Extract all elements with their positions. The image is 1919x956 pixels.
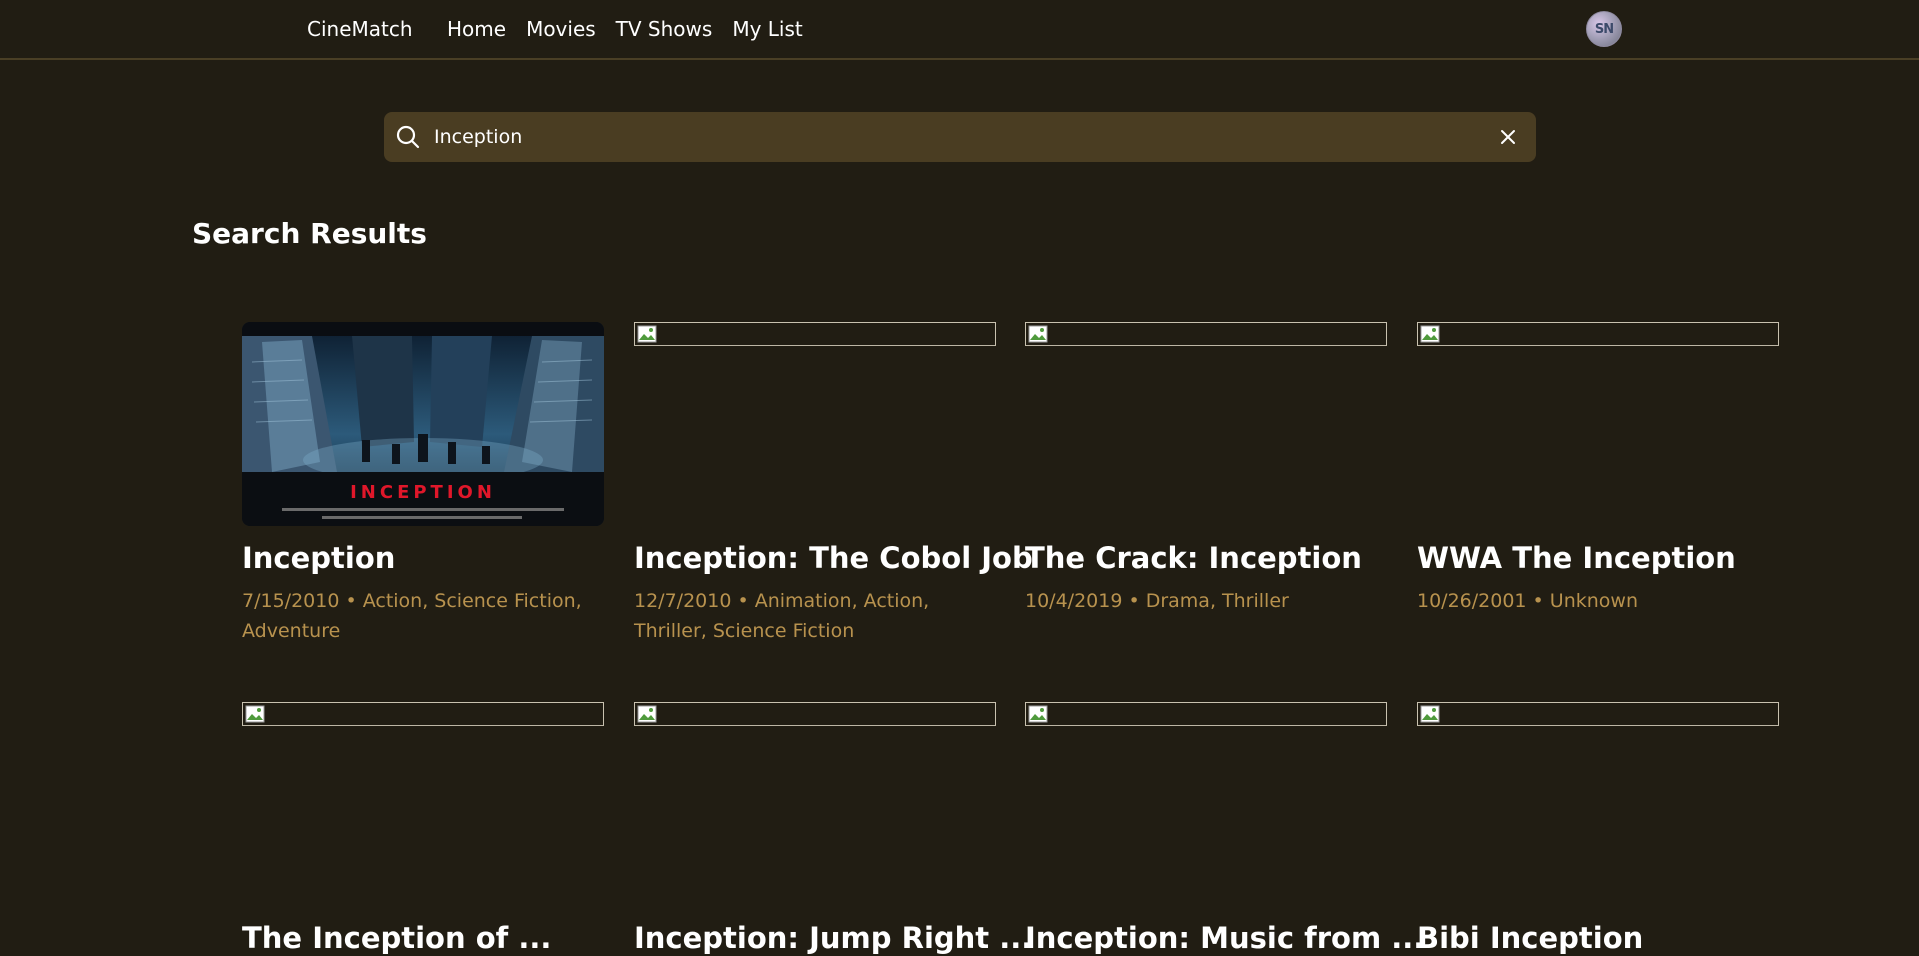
movie-title[interactable]: WWA The Inception — [1417, 540, 1779, 576]
broken-image-icon — [1028, 325, 1048, 343]
result-card[interactable]: The Crack: Inception 10/4/2019 • Drama, … — [1025, 322, 1387, 616]
main-nav: Home Movies TV Shows My List — [447, 16, 823, 42]
broken-poster-image[interactable] — [1417, 702, 1779, 726]
nav-link-my-list[interactable]: My List — [732, 16, 802, 42]
movie-title[interactable]: Bibi Inception — [1417, 920, 1779, 956]
broken-image-icon — [637, 325, 657, 343]
result-card[interactable]: Inception: Jump Right ... — [634, 702, 1032, 956]
broken-image-icon — [637, 705, 657, 723]
result-card[interactable]: Inception: The Cobol Job 12/7/2010 • Ani… — [634, 322, 1033, 646]
clear-search-icon[interactable] — [1496, 125, 1520, 149]
movie-meta: 10/26/2001 • Unknown — [1417, 590, 1638, 612]
movie-title[interactable]: Inception: The Cobol Job — [634, 540, 1033, 576]
result-card[interactable]: INCEPTION Inception 7/15/2010 • Action, … — [242, 322, 604, 646]
movie-poster[interactable]: INCEPTION — [242, 322, 604, 526]
broken-poster-image[interactable] — [634, 322, 996, 346]
broken-image-icon — [1028, 705, 1048, 723]
result-card[interactable]: Inception: Music from ... — [1025, 702, 1424, 956]
broken-poster-image[interactable] — [634, 702, 996, 726]
user-avatar[interactable]: SN — [1586, 11, 1622, 47]
broken-image-icon — [1420, 705, 1440, 723]
movie-meta: 7/15/2010 • Action, Science Fiction, Adv… — [242, 590, 582, 642]
movie-title[interactable]: Inception: Jump Right ... — [634, 920, 1032, 956]
search-bar — [384, 112, 1536, 162]
inception-poster-image: INCEPTION — [242, 322, 604, 526]
movie-title[interactable]: The Inception of ... — [242, 920, 604, 956]
broken-poster-image[interactable] — [1417, 322, 1779, 346]
result-card[interactable]: Bibi Inception — [1417, 702, 1779, 956]
broken-image-icon — [245, 705, 265, 723]
nav-link-home[interactable]: Home — [447, 16, 506, 42]
movie-meta: 10/4/2019 • Drama, Thriller — [1025, 590, 1289, 612]
movie-title[interactable]: Inception: Music from ... — [1025, 920, 1424, 956]
search-input[interactable] — [432, 120, 1472, 154]
movie-title[interactable]: The Crack: Inception — [1025, 540, 1387, 576]
brand-logo[interactable]: CineMatch — [307, 16, 413, 42]
nav-link-movies[interactable]: Movies — [526, 16, 596, 42]
movie-title[interactable]: Inception — [242, 540, 604, 576]
broken-poster-image[interactable] — [242, 702, 604, 726]
movie-meta: 12/7/2010 • Animation, Action, Thriller,… — [634, 590, 930, 642]
search-icon — [396, 125, 420, 149]
top-navbar: CineMatch Home Movies TV Shows My List S… — [0, 0, 1919, 60]
result-card[interactable]: WWA The Inception 10/26/2001 • Unknown — [1417, 322, 1779, 616]
search-results-heading: Search Results — [192, 217, 427, 250]
broken-poster-image[interactable] — [1025, 322, 1387, 346]
avatar-initials: SN — [1594, 21, 1614, 37]
svg-text:INCEPTION: INCEPTION — [350, 482, 496, 503]
result-card[interactable]: The Inception of ... — [242, 702, 604, 956]
broken-poster-image[interactable] — [1025, 702, 1387, 726]
nav-link-tv-shows[interactable]: TV Shows — [616, 16, 713, 42]
broken-image-icon — [1420, 325, 1440, 343]
